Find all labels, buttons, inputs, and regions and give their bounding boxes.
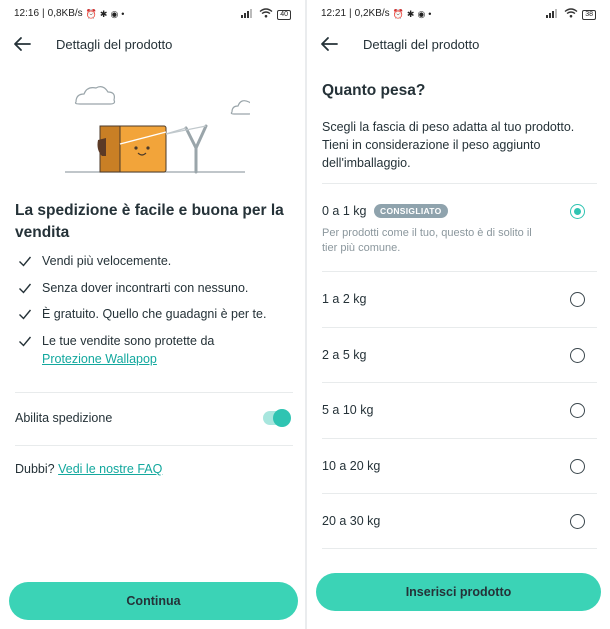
enable-shipping-row: Abilita spedizione: [15, 405, 293, 433]
weight-option-10-20kg[interactable]: 10 a 20 kg: [322, 437, 597, 494]
protection-link[interactable]: Protezione Wallapop: [42, 352, 157, 366]
list-item: Le tue vendite sono protette da Protezio…: [18, 332, 298, 368]
weight-option-20-30kg[interactable]: 20 a 30 kg: [322, 493, 597, 549]
cloud-icon: [230, 100, 250, 115]
option-label: 5 a 10 kg: [322, 403, 374, 417]
radio-icon[interactable]: [570, 458, 585, 474]
bluetooth-icon: ✱: [406, 8, 415, 19]
wifi-icon: [259, 8, 273, 21]
insert-product-button[interactable]: Inserisci prodotto: [316, 573, 601, 611]
list-item: Senza dover incontrarti con nessuno.: [18, 279, 298, 297]
alarm-icon: ⏰: [85, 8, 97, 19]
option-label: 0 a 1 kg: [322, 204, 367, 218]
cloud-icon: [74, 86, 116, 105]
page-title: Dettagli del prodotto: [56, 37, 173, 52]
more-dot-icon: •: [121, 8, 125, 19]
toggle-knob: [273, 409, 291, 427]
weight-option-0-1kg[interactable]: 0 a 1 kg CONSIGLIATO Per prodotti come i…: [322, 183, 597, 271]
divider: [15, 392, 293, 393]
divider: [15, 445, 293, 446]
benefit-text: È gratuito. Quello che guadagni è per te…: [42, 307, 267, 321]
app-bar: Dettagli del prodotto: [307, 28, 610, 62]
benefit-text-wrap: Le tue vendite sono protette da Protezio…: [42, 332, 214, 368]
radio-icon[interactable]: [570, 514, 585, 529]
radio-icon[interactable]: [570, 403, 585, 418]
back-arrow-icon[interactable]: [10, 32, 34, 56]
option-label: 10 a 20 kg: [322, 458, 381, 473]
status-bar: 12:21 | 0,2KB/s ⏰ ✱ ◉ • 38: [307, 0, 610, 28]
wifi-icon: [564, 8, 578, 21]
app-notification-icon: ◉: [417, 8, 426, 19]
more-dot-icon: •: [428, 8, 432, 19]
benefit-text: Vendi più velocemente.: [42, 254, 172, 268]
status-speed: 0,8KB/s: [47, 8, 83, 19]
shipping-intro-screen: 12:16 | 0,8KB/s ⏰ ✱ ◉ • 40 Dettagli del …: [0, 0, 305, 629]
check-icon: [19, 283, 32, 294]
app-notification-icon: ◉: [110, 8, 119, 19]
weight-options-list: 0 a 1 kg CONSIGLIATO Per prodotti come i…: [322, 183, 597, 549]
alarm-icon: ⏰: [392, 8, 404, 19]
check-icon: [19, 256, 32, 267]
page-title: Dettagli del prodotto: [363, 37, 480, 52]
option-hint: Per prodotti come il tuo, questo è di so…: [322, 227, 532, 254]
list-item: È gratuito. Quello che guadagni è per te…: [18, 305, 298, 323]
weight-question-title: Quanto pesa?: [322, 82, 426, 99]
box-icon: [97, 125, 167, 173]
check-icon: [19, 309, 32, 320]
benefit-text: Le tue vendite sono protette da: [42, 333, 215, 348]
status-speed: 0,2KB/s: [354, 8, 390, 19]
bluetooth-icon: ✱: [99, 8, 108, 19]
enable-shipping-label: Abilita spedizione: [15, 411, 113, 425]
enable-shipping-toggle[interactable]: [263, 409, 291, 427]
benefits-list: Vendi più velocemente. Senza dover incon…: [18, 252, 298, 376]
back-arrow-icon[interactable]: [317, 32, 341, 56]
status-time: 12:16: [14, 8, 40, 19]
continue-button[interactable]: Continua: [9, 582, 298, 620]
faq-prefix: Dubbi?: [15, 462, 55, 476]
check-icon: [19, 336, 32, 347]
weight-option-2-5kg[interactable]: 2 a 5 kg: [322, 326, 597, 383]
benefit-text: Senza dover incontrarti con nessuno.: [42, 280, 249, 295]
headline: La spedizione è facile e buona per la ve…: [15, 202, 284, 241]
option-label: 2 a 5 kg: [322, 347, 367, 362]
weight-option-1-2kg[interactable]: 1 a 2 kg: [322, 271, 597, 327]
battery-icon: 40: [277, 9, 291, 20]
radio-icon[interactable]: [570, 292, 585, 307]
shipping-illustration: [65, 86, 250, 174]
status-bar: 12:16 | 0,8KB/s ⏰ ✱ ◉ • 40: [0, 0, 305, 28]
list-item: Vendi più velocemente.: [18, 252, 298, 270]
weight-option-5-10kg[interactable]: 5 a 10 kg: [322, 382, 597, 438]
battery-icon: 38: [582, 9, 596, 20]
signal-icon: [546, 8, 560, 21]
status-time: 12:21: [321, 8, 347, 19]
app-bar: Dettagli del prodotto: [0, 28, 305, 62]
recommended-badge: CONSIGLIATO: [374, 204, 448, 218]
signal-icon: [241, 8, 255, 21]
faq-link[interactable]: Vedi le nostre FAQ: [58, 462, 162, 476]
slingshot-icon: [165, 124, 208, 174]
option-label: 20 a 30 kg: [322, 514, 381, 528]
option-label: 1 a 2 kg: [322, 292, 367, 306]
weight-description: Scegli la fascia di peso adatta al tuo p…: [322, 120, 575, 170]
weight-selection-screen: 12:21 | 0,2KB/s ⏰ ✱ ◉ • 38 Dettagli del …: [307, 0, 610, 629]
radio-icon[interactable]: [570, 347, 585, 363]
faq-row: Dubbi? Vedi le nostre FAQ: [15, 462, 162, 476]
radio-selected-icon[interactable]: [570, 204, 585, 219]
